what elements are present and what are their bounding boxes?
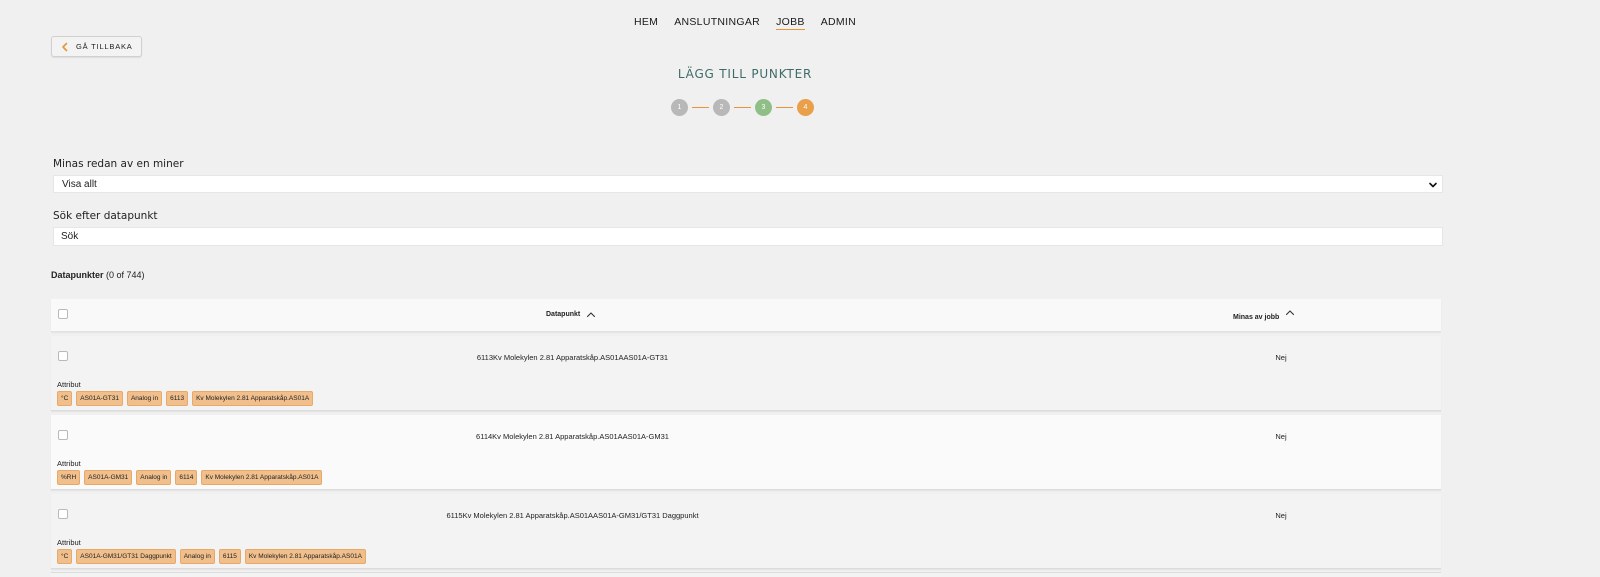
attr-tag: AS01A-GM31/GT31 Daggpunkt <box>76 549 176 564</box>
row-tags: %RH AS01A-GM31 Analog in 6114 Kv Molekyl… <box>57 470 323 485</box>
step-4[interactable]: 4 <box>797 99 814 116</box>
stepper: 1 2 3 4 <box>671 99 814 116</box>
filter-select[interactable]: Visa allt <box>53 175 1443 193</box>
row-minas: Nej <box>1275 511 1287 520</box>
nav-hem[interactable]: HEM <box>634 16 658 30</box>
row-datapunkt: 6113Kv Molekylen 2.81 Apparatskåp.AS01AA… <box>476 353 669 362</box>
step-connector <box>776 107 793 108</box>
table-row: 6113Kv Molekylen 2.81 Apparatskåp.AS01A A… <box>51 336 1441 411</box>
table-row-partial <box>51 572 1441 577</box>
row-minas: Nej <box>1275 353 1287 362</box>
datapoints-count-text: (0 of 744) <box>106 270 145 280</box>
nav-admin[interactable]: ADMIN <box>821 16 856 30</box>
nav-jobb[interactable]: JOBB <box>776 16 805 30</box>
filter-label: Minas redan av en miner <box>53 158 184 170</box>
step-2[interactable]: 2 <box>713 99 730 116</box>
top-nav: HEM ANSLUTNINGAR JOBB ADMIN <box>0 16 1490 30</box>
nav-anslutningar[interactable]: ANSLUTNINGAR <box>674 16 760 30</box>
step-3[interactable]: 3 <box>755 99 772 116</box>
page-title: LÄGG TILL PUNKTER <box>677 67 813 81</box>
table-row: 6114Kv Molekylen 2.81 Apparatskåp.AS01A A… <box>51 415 1441 490</box>
row-minas: Nej <box>1275 432 1287 441</box>
attr-tag: 6113 <box>166 391 189 406</box>
attr-tag: Analog in <box>126 391 163 406</box>
attr-tag: Analog in <box>179 549 215 564</box>
col-minas-label: Minas av jobb <box>1233 314 1280 321</box>
row-tags: °C AS01A-GT31 Analog in 6113 Kv Molekyle… <box>57 391 314 406</box>
row-datapunkt: 6114Kv Molekylen 2.81 Apparatskåp.AS01AA… <box>476 432 669 441</box>
row-attr-label: Attribut <box>57 380 81 389</box>
row-attr-label: Attribut <box>57 538 81 547</box>
attr-tag: 6115 <box>218 549 241 564</box>
caret-up-icon <box>1286 310 1295 316</box>
col-datapunkt-label: Datapunkt <box>546 311 581 318</box>
attr-tag: 6114 <box>175 470 198 485</box>
attr-tag: °C <box>57 391 73 406</box>
step-connector <box>734 107 751 108</box>
chevron-left-icon <box>62 42 68 51</box>
chevron-down-icon <box>1429 182 1437 188</box>
caret-up-icon <box>587 312 596 318</box>
filter-select-value: Visa allt <box>62 178 97 190</box>
attr-tag: %RH <box>57 470 81 485</box>
col-datapunkt-header[interactable]: Datapunkt <box>546 311 596 318</box>
attr-tag: °C <box>57 549 73 564</box>
search-label: Sök efter datapunkt <box>53 210 158 222</box>
datapoints-title: Datapunkter <box>51 270 104 280</box>
table-header: Datapunkt Minas av jobb <box>51 299 1441 332</box>
back-button[interactable]: GÅ TILLBAKA <box>51 36 142 57</box>
attr-tag: Analog in <box>136 470 172 485</box>
attr-tag: Kv Molekylen 2.81 Apparatskåp.AS01A <box>201 470 323 485</box>
table-row: 6115Kv Molekylen 2.81 Apparatskåp.AS01A A… <box>51 494 1441 569</box>
row-datapunkt: 6115Kv Molekylen 2.81 Apparatskåp.AS01AA… <box>446 511 699 520</box>
attr-tag: Kv Molekylen 2.81 Apparatskåp.AS01A <box>244 549 366 564</box>
step-1[interactable]: 1 <box>671 99 688 116</box>
step-connector <box>692 107 709 108</box>
row-attr-label: Attribut <box>57 459 81 468</box>
back-button-label: GÅ TILLBAKA <box>76 42 133 51</box>
attr-tag: Kv Molekylen 2.81 Apparatskåp.AS01A <box>192 391 314 406</box>
select-all-checkbox[interactable] <box>58 309 68 319</box>
datapoint-count: Datapunkter (0 of 744) <box>51 270 145 280</box>
col-minas-header[interactable]: Minas av jobb <box>1233 309 1295 321</box>
row-tags: °C AS01A-GM31/GT31 Daggpunkt Analog in 6… <box>57 549 366 564</box>
search-input[interactable] <box>53 227 1443 246</box>
attr-tag: AS01A-GT31 <box>76 391 123 406</box>
attr-tag: AS01A-GM31 <box>84 470 133 485</box>
